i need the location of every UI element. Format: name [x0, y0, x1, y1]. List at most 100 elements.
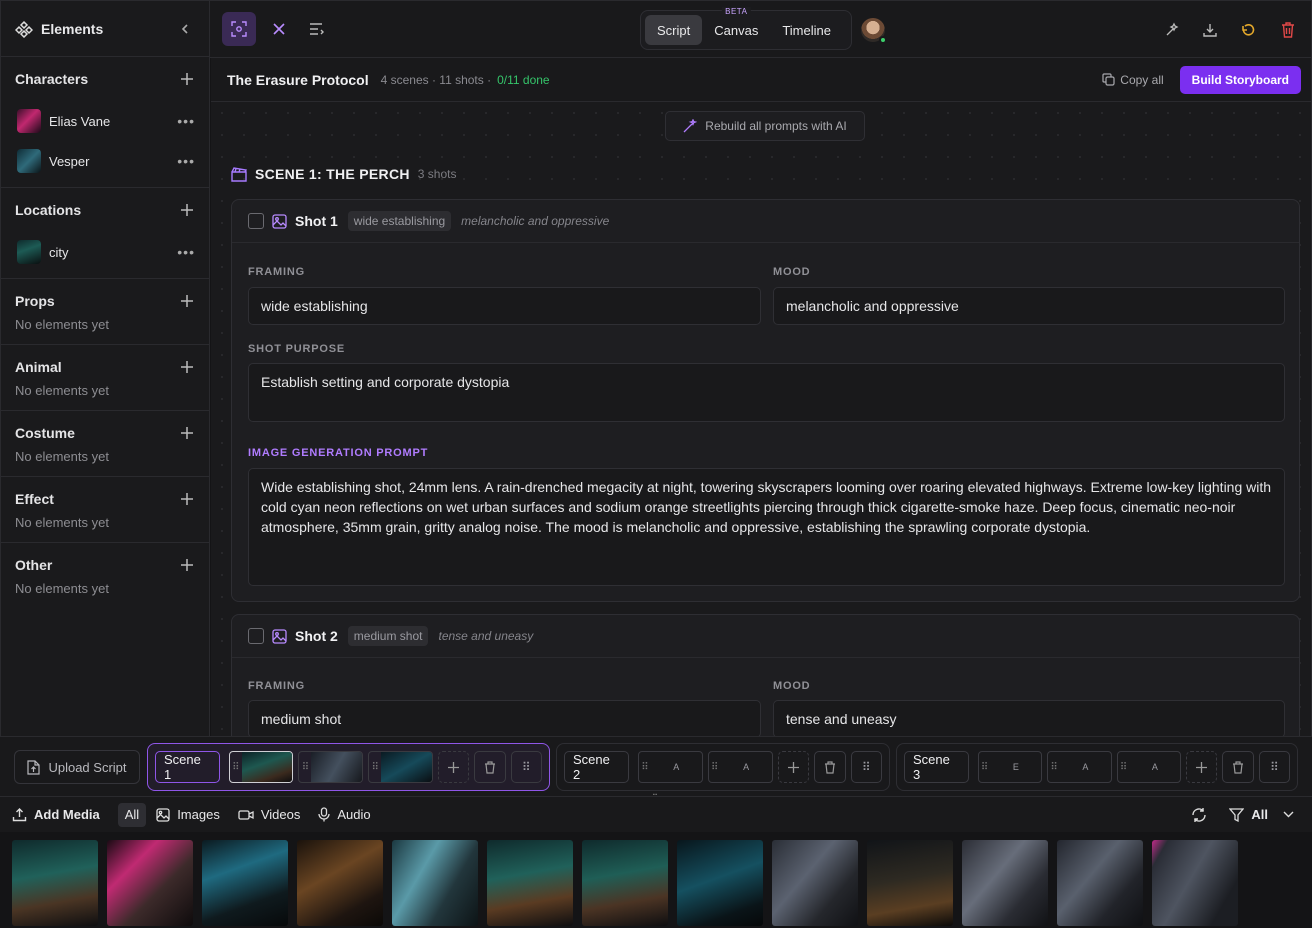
scene-name-button[interactable]: Scene 1 — [155, 751, 220, 783]
delete-scene-icon[interactable] — [474, 751, 506, 783]
media-thumbnail[interactable] — [772, 840, 858, 926]
drag-handle-icon[interactable]: ⠿ — [1048, 752, 1060, 782]
media-thumbnail[interactable] — [1152, 840, 1238, 926]
scene-shot-count: 3 shots — [417, 167, 457, 181]
add-character-icon[interactable] — [179, 71, 195, 87]
add-animal-icon[interactable] — [179, 359, 195, 375]
build-storyboard-button[interactable]: Build Storyboard — [1179, 65, 1301, 94]
scene-group-2: Scene 2 ⠿ A ⠿ A ⠿ — [556, 743, 890, 791]
delete-scene-icon[interactable] — [814, 751, 846, 783]
drag-handle-icon[interactable]: ⠿ — [1118, 752, 1130, 782]
scene-shot-thumb[interactable]: ⠿ — [228, 751, 294, 783]
drag-handle-icon[interactable]: ⠿ — [299, 752, 311, 782]
effect-empty-text: No elements yet — [15, 515, 109, 530]
media-thumbnail[interactable] — [107, 840, 193, 926]
collapse-sidebar-icon[interactable] — [175, 19, 195, 39]
media-thumbnail[interactable] — [582, 840, 668, 926]
media-thumbnail[interactable] — [677, 840, 763, 926]
framing-field[interactable]: wide establishing — [248, 287, 761, 325]
tab-canvas[interactable]: BETA Canvas — [702, 7, 770, 45]
scene-shot-thumb[interactable]: ⠿ A — [707, 751, 773, 783]
add-costume-icon[interactable] — [179, 425, 195, 441]
characters-label: Characters — [15, 71, 89, 87]
add-prop-icon[interactable] — [179, 293, 195, 309]
other-section: Other No elements yet — [1, 543, 209, 608]
filter-videos[interactable]: Videos — [238, 807, 300, 822]
filter-all[interactable]: All — [117, 802, 147, 827]
video-icon — [238, 809, 254, 820]
filter-dropdown[interactable]: All — [1229, 807, 1294, 822]
mood-field[interactable]: tense and uneasy — [773, 700, 1285, 736]
media-thumbnail[interactable] — [202, 840, 288, 926]
add-shot-icon[interactable] — [1186, 751, 1218, 783]
shot-purpose-field[interactable]: Establish setting and corporate dystopia — [248, 363, 1285, 422]
download-icon[interactable] — [1193, 13, 1227, 47]
add-shot-icon[interactable] — [777, 751, 810, 783]
character-name: Elias Vane — [49, 113, 111, 129]
characters-section: Characters Elias Vane ••• Vesper ••• — [1, 57, 209, 188]
add-location-icon[interactable] — [179, 202, 195, 218]
mood-field[interactable]: melancholic and oppressive — [773, 287, 1285, 325]
add-media-button[interactable]: Add Media — [12, 807, 100, 822]
delete-project-icon[interactable] — [1271, 13, 1305, 47]
drag-handle-icon[interactable]: ⠿ — [979, 752, 991, 782]
drag-handle-icon[interactable]: ⠿ — [230, 752, 242, 782]
media-thumbnail[interactable] — [962, 840, 1048, 926]
media-thumbnail[interactable] — [1057, 840, 1143, 926]
location-item-city[interactable]: city ••• — [9, 232, 201, 272]
close-icon[interactable] — [262, 12, 296, 46]
more-options-icon[interactable]: ••• — [177, 244, 195, 260]
shot-checkbox[interactable] — [248, 213, 264, 229]
media-thumbnail[interactable] — [487, 840, 573, 926]
scene-shot-thumb[interactable]: ⠿ — [368, 751, 433, 783]
scene-shot-thumb[interactable]: ⠿ A — [1047, 751, 1112, 783]
rebuild-label: Rebuild all prompts with AI — [705, 119, 847, 133]
scene-shot-thumb[interactable]: ⠿ A — [637, 751, 703, 783]
tab-script[interactable]: Script — [645, 15, 703, 45]
more-options-icon[interactable]: ••• — [177, 153, 195, 169]
shot-checkbox[interactable] — [248, 628, 264, 644]
scene-drag-handle-icon[interactable]: ⠿ — [510, 751, 543, 783]
drag-handle-icon[interactable]: ⠿ — [709, 752, 721, 782]
rebuild-prompts-button[interactable]: Rebuild all prompts with AI — [665, 111, 865, 141]
tab-timeline[interactable]: Timeline — [770, 15, 843, 45]
media-thumbnail[interactable] — [12, 840, 98, 926]
vesper-thumbnail — [17, 149, 41, 173]
scene-name-button[interactable]: Scene 3 — [904, 751, 969, 783]
filter-audio[interactable]: Audio — [318, 807, 371, 822]
copy-all-button[interactable]: Copy all — [1102, 73, 1164, 87]
filter-images[interactable]: Images — [156, 807, 220, 822]
upload-script-button[interactable]: Upload Script — [14, 750, 140, 784]
drag-handle-icon[interactable]: ⠿ — [639, 752, 651, 782]
project-meta: 4 scenes · 11 shots · — [380, 72, 492, 87]
scene-name-button[interactable]: Scene 2 — [564, 751, 629, 783]
progress-done: 0/11 done — [497, 72, 550, 87]
refresh-icon[interactable] — [1191, 807, 1207, 823]
props-label: Props — [15, 293, 55, 309]
user-avatar[interactable] — [861, 18, 887, 44]
image-prompt-field[interactable]: Wide establishing shot, 24mm lens. A rai… — [248, 468, 1285, 586]
media-thumbnail[interactable] — [297, 840, 383, 926]
drag-handle-icon[interactable]: ⠿ — [369, 752, 381, 782]
framing-field[interactable]: medium shot — [248, 700, 761, 736]
add-other-icon[interactable] — [179, 557, 195, 573]
add-effect-icon[interactable] — [179, 491, 195, 507]
more-options-icon[interactable]: ••• — [177, 113, 195, 129]
ai-sparkle-icon[interactable] — [1155, 13, 1189, 47]
media-thumbnail[interactable] — [867, 840, 953, 926]
scene-drag-handle-icon[interactable]: ⠿ — [850, 751, 882, 783]
upload-icon — [12, 808, 27, 822]
add-shot-icon[interactable] — [437, 751, 470, 783]
focus-mode-icon[interactable] — [222, 12, 256, 46]
shot-card: Shot 1 wide establishing melancholic and… — [231, 199, 1300, 602]
list-view-icon[interactable] — [300, 12, 334, 46]
scene-shot-thumb[interactable]: ⠿ — [298, 751, 364, 783]
scene-shot-thumb[interactable]: ⠿ A — [1116, 751, 1182, 783]
character-item-elias-vane[interactable]: Elias Vane ••• — [9, 101, 201, 141]
scene-shot-thumb[interactable]: ⠿ E — [977, 751, 1043, 783]
character-item-vesper[interactable]: Vesper ••• — [9, 141, 201, 181]
scene-drag-handle-icon[interactable]: ⠿ — [1258, 751, 1290, 783]
delete-scene-icon[interactable] — [1222, 751, 1254, 783]
media-thumbnail[interactable] — [392, 840, 478, 926]
undo-icon[interactable] — [1231, 13, 1265, 47]
